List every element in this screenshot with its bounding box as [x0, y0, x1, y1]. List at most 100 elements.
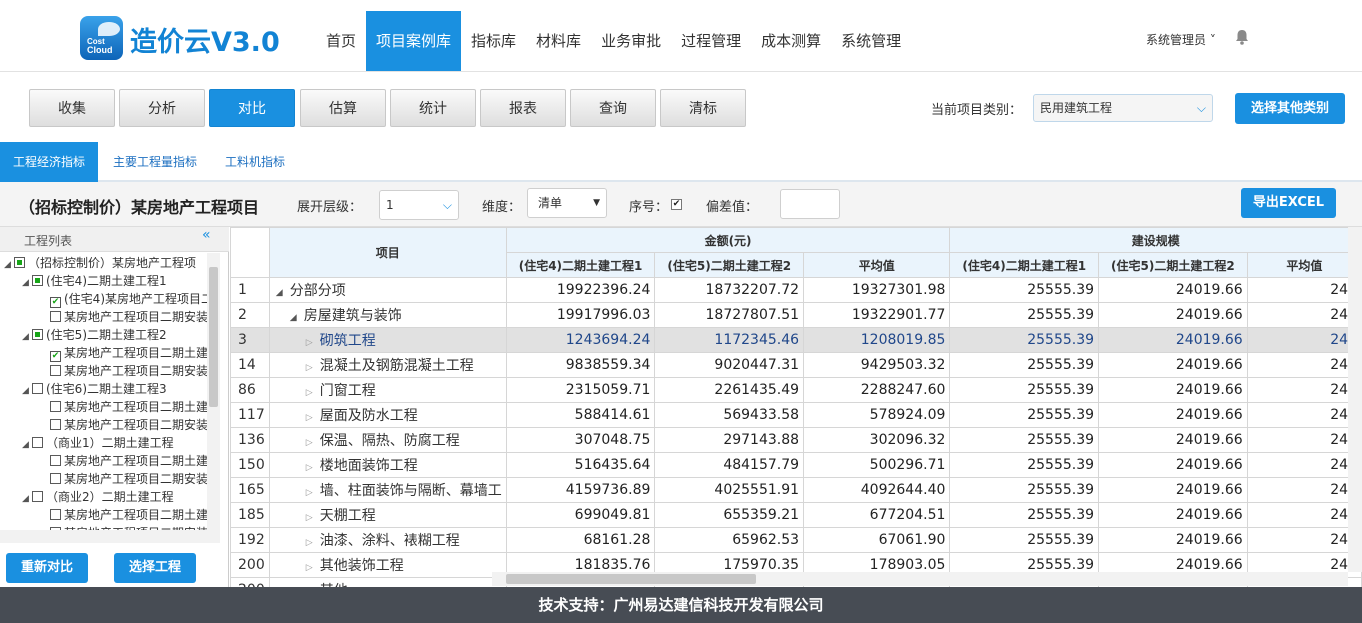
table-row[interactable]: 192 ▷ 油漆、涂料、裱糊工程 68161.28 65962.53 67061.90 25…: [230, 527, 1362, 553]
expand-icon[interactable]: ▷: [306, 463, 320, 473]
bid-check-button[interactable]: 清标: [660, 89, 746, 127]
tree-horizontal-scrollbar[interactable]: [0, 530, 220, 543]
tree-node[interactable]: ◢ (住宅6)二期土建工程3: [22, 380, 167, 398]
tab-quantity[interactable]: 主要工程量指标: [113, 142, 197, 182]
nav-home[interactable]: 首页: [316, 11, 366, 71]
expand-icon[interactable]: ▷: [306, 363, 320, 373]
collapse-icon[interactable]: ◢: [276, 288, 290, 298]
table-row[interactable]: 117 ▷ 屋面及防水工程 588414.61 569433.58 578924.09 25…: [230, 402, 1362, 428]
tab-economic[interactable]: 工程经济指标: [0, 142, 99, 182]
nav-materials[interactable]: 材料库: [526, 11, 591, 71]
tree-node[interactable]: 某房地产工程项目二期土建: [50, 452, 208, 470]
tree-node[interactable]: ◢ (住宅4)二期土建工程1: [22, 272, 167, 290]
select-project-button[interactable]: 选择工程: [114, 553, 196, 583]
recompare-button[interactable]: 重新对比: [6, 553, 88, 583]
item-cell[interactable]: ▷ 油漆、涂料、裱糊工程: [268, 527, 507, 553]
collapse-icon[interactable]: ◢: [290, 313, 304, 323]
value-cell: 4092644.40: [803, 477, 951, 503]
table-row[interactable]: 3 ▷ 砌筑工程 1243694.24 1172345.46 1208019.85 2555…: [230, 327, 1362, 353]
table-row[interactable]: 185 ▷ 天棚工程 699049.81 655359.21 677204.51 25555…: [230, 502, 1362, 528]
row-number: 192: [230, 527, 270, 553]
value-cell: 578924.09: [803, 402, 951, 428]
item-cell[interactable]: ▷其他: [268, 577, 507, 587]
col-header[interactable]: (住宅5)二期土建工程2: [654, 252, 805, 278]
table-row[interactable]: 150 ▷ 楼地面装饰工程 516435.64 484157.79 500296.71 25…: [230, 452, 1362, 478]
table-row[interactable]: 2 ◢ 房屋建筑与装饰 19917996.03 18727807.51 19322901.…: [230, 302, 1362, 328]
nav-process[interactable]: 过程管理: [671, 11, 751, 71]
expand-icon[interactable]: ▷: [306, 513, 320, 523]
value-cell: 1243694.24: [505, 327, 656, 353]
category-select[interactable]: 民用建筑工程 ⌵: [1033, 94, 1213, 122]
item-cell[interactable]: ▷ 砌筑工程: [268, 327, 507, 353]
table-row[interactable]: 136 ▷ 保温、隔热、防腐工程 307048.75 297143.88 302096.3…: [230, 427, 1362, 453]
tree-node[interactable]: ◢ （商业1）二期土建工程: [22, 434, 174, 452]
grid-vertical-scrollbar[interactable]: [1348, 227, 1362, 572]
item-cell[interactable]: ◢ 房屋建筑与装饰: [268, 302, 507, 328]
tab-labor-material[interactable]: 工料机指标: [225, 142, 285, 182]
estimate-button[interactable]: 估算: [300, 89, 386, 127]
report-button[interactable]: 报表: [480, 89, 566, 127]
nav-indicators[interactable]: 指标库: [461, 11, 526, 71]
expand-icon[interactable]: ▷: [306, 563, 320, 573]
nav-approval[interactable]: 业务审批: [591, 11, 671, 71]
expand-icon[interactable]: ▷: [306, 338, 320, 348]
item-cell[interactable]: ▷ 天棚工程: [268, 502, 507, 528]
item-cell[interactable]: ▷ 门窗工程: [268, 377, 507, 403]
tree-node[interactable]: ◢ （商业2）二期土建工程: [22, 488, 174, 506]
nav-system[interactable]: 系统管理: [831, 11, 911, 71]
value-cell: 4159736.89: [505, 477, 656, 503]
collapse-icon[interactable]: «: [202, 227, 211, 243]
table-row[interactable]: 86 ▷ 门窗工程 2315059.71 2261435.49 2288247.60 255…: [230, 377, 1362, 403]
col-header[interactable]: (住宅4)二期土建工程1: [505, 252, 656, 278]
tree-node[interactable]: ✔ 某房地产工程项目二期土建: [50, 344, 208, 362]
col-header[interactable]: (住宅4)二期土建工程1: [949, 252, 1100, 278]
bell-icon[interactable]: [1235, 29, 1249, 45]
nav-cost-estimate[interactable]: 成本测算: [751, 11, 831, 71]
table-row[interactable]: 1 ◢ 分部分项 19922396.24 18732207.72 19327301.98 2…: [230, 277, 1362, 303]
dimension-select[interactable]: 清单 ▼: [527, 188, 607, 218]
row-number: 200: [230, 552, 270, 578]
item-cell[interactable]: ▷ 保温、隔热、防腐工程: [268, 427, 507, 453]
item-cell[interactable]: ◢ 分部分项: [268, 277, 507, 303]
user-menu[interactable]: 系统管理员 ˅: [1146, 31, 1216, 48]
tree-node[interactable]: ◢ (住宅5)二期土建工程2: [22, 326, 167, 344]
expand-icon[interactable]: ▷: [306, 488, 320, 498]
expand-icon[interactable]: ▷: [306, 538, 320, 548]
item-cell[interactable]: ▷ 屋面及防水工程: [268, 402, 507, 428]
tree-node[interactable]: 某房地产工程项目二期土建: [50, 506, 208, 524]
expand-icon[interactable]: ▷: [306, 413, 320, 423]
nav-project-cases[interactable]: 项目案例库: [366, 11, 462, 71]
col-header[interactable]: 平均值: [1246, 252, 1362, 278]
expand-icon[interactable]: ▷: [306, 388, 320, 398]
expand-icon[interactable]: ▷: [306, 438, 320, 448]
query-button[interactable]: 查询: [570, 89, 656, 127]
compare-button[interactable]: 对比: [209, 89, 295, 127]
item-cell[interactable]: ▷ 其他装饰工程: [268, 552, 507, 578]
deviation-input[interactable]: [780, 189, 840, 219]
item-cell[interactable]: ▷ 楼地面装饰工程: [268, 452, 507, 478]
grid-horizontal-scrollbar[interactable]: [492, 572, 1348, 586]
tree-node[interactable]: 某房地产工程项目二期安装: [50, 362, 208, 380]
tree-node[interactable]: ◢ （招标控制价）某房地产工程项: [4, 254, 196, 272]
tree-node[interactable]: 某房地产工程项目二期安装: [50, 416, 208, 434]
tree-node[interactable]: 某房地产工程项目二期安装: [50, 308, 208, 326]
col-header[interactable]: 平均值: [803, 252, 951, 278]
col-header[interactable]: (住宅5)二期土建工程2: [1098, 252, 1248, 278]
collect-button[interactable]: 收集: [29, 89, 115, 127]
seq-checkbox[interactable]: ✔: [671, 199, 682, 210]
statistics-button[interactable]: 统计: [390, 89, 476, 127]
tree-vertical-scrollbar[interactable]: [207, 253, 220, 543]
item-cell[interactable]: ▷ 墙、柱面装饰与隔断、幕墙工: [268, 477, 507, 503]
tree-node[interactable]: ✔ (住宅4)某房地产工程项目二: [50, 290, 208, 308]
row-number: 185: [230, 502, 270, 528]
select-category-button[interactable]: 选择其他类别: [1235, 93, 1345, 124]
level-select[interactable]: 1 ⌵: [379, 190, 459, 220]
table-row[interactable]: 14 ▷ 混凝土及钢筋混凝土工程 9838559.34 9020447.31 942950…: [230, 352, 1362, 378]
col-item-header[interactable]: 项目: [268, 227, 507, 278]
table-row[interactable]: 165 ▷ 墙、柱面装饰与隔断、幕墙工 4159736.89 4025551.91 409…: [230, 477, 1362, 503]
export-excel-button[interactable]: 导出EXCEL: [1241, 188, 1336, 218]
tree-node[interactable]: 某房地产工程项目二期土建: [50, 398, 208, 416]
item-cell[interactable]: ▷ 混凝土及钢筋混凝土工程: [268, 352, 507, 378]
tree-node[interactable]: 某房地产工程项目二期安装: [50, 470, 208, 488]
analyze-button[interactable]: 分析: [119, 89, 205, 127]
